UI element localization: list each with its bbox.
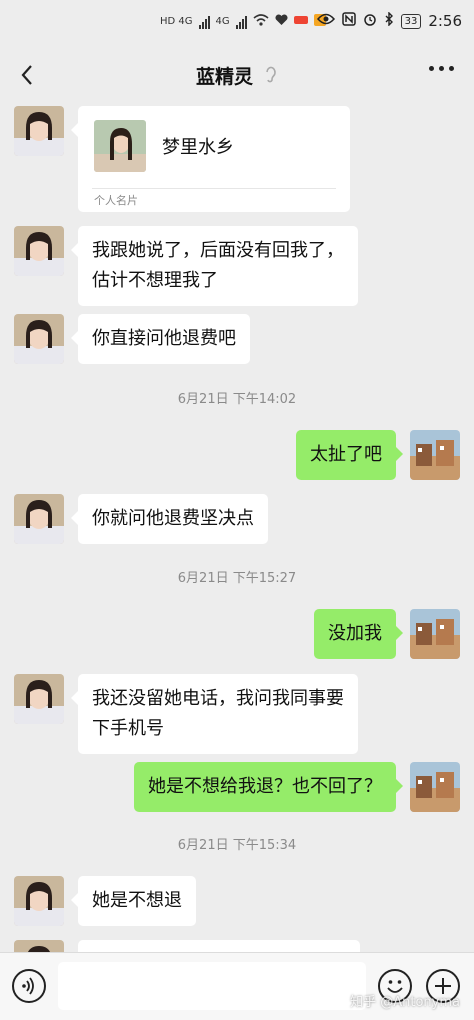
- message-text-line: 你就问他退费坚决点: [92, 508, 254, 529]
- nfc-icon: [341, 12, 356, 30]
- message-text-line: 她是不想退: [92, 890, 182, 911]
- message-row: 梦里水乡 个人名片: [0, 106, 474, 216]
- network-type-label-2: 4G: [215, 16, 230, 27]
- message-row: [0, 940, 474, 952]
- message-text-line: 太扯了吧: [310, 444, 382, 465]
- card-name: 梦里水乡: [162, 137, 234, 158]
- more-dots-icon[interactable]: [429, 66, 454, 71]
- app-notification-icon: [293, 14, 308, 29]
- signal-icon-2: [235, 15, 247, 29]
- contact-avatar[interactable]: [14, 494, 64, 544]
- chat-header: 蓝精灵: [0, 48, 474, 104]
- battery-indicator: 33: [400, 13, 422, 29]
- contact-avatar[interactable]: [14, 106, 64, 156]
- watermark: 知乎 @Antonyma: [350, 995, 460, 1010]
- alarm-icon: [363, 12, 377, 30]
- message-row: 她是不想给我退？也不回了？: [0, 762, 474, 812]
- status-bar: HD 4G 4G 33 2:56: [0, 0, 474, 48]
- input-toolbar: 知乎 @Antonyma: [0, 952, 474, 1020]
- message-row: 我还没留她电话，我问我同事要 下手机号: [0, 674, 474, 754]
- my-avatar[interactable]: [410, 430, 460, 480]
- network-indicators: HD 4G 4G: [160, 14, 326, 29]
- eye-icon: [316, 13, 335, 29]
- incoming-message-bubble[interactable]: [78, 940, 360, 952]
- incoming-message-bubble[interactable]: 她是不想退: [71, 876, 196, 926]
- title-wrap: 蓝精灵: [0, 62, 474, 89]
- message-row: 我跟她说了，后面没有回我了， 估计不想理我了: [0, 226, 474, 306]
- message-input[interactable]: [58, 962, 366, 1010]
- wifi-icon: [253, 14, 269, 29]
- message-text-line: 下手机号: [92, 718, 164, 739]
- heart-app-icon: [275, 14, 288, 29]
- my-avatar[interactable]: [410, 762, 460, 812]
- status-right: 33 2:56: [316, 11, 462, 30]
- bluetooth-icon: [384, 11, 394, 30]
- incoming-message-bubble[interactable]: 你直接问他退费吧: [71, 314, 250, 364]
- incoming-message-bubble[interactable]: 你就问他退费坚决点: [71, 494, 268, 544]
- contact-avatar[interactable]: [14, 876, 64, 926]
- contact-avatar[interactable]: [14, 940, 64, 952]
- card-divider: [92, 188, 336, 189]
- timestamp: 6月21日 下午14:02: [177, 392, 297, 407]
- message-text-line: 估计不想理我了: [92, 270, 218, 291]
- contact-avatar[interactable]: [14, 226, 64, 276]
- message-row: 太扯了吧: [0, 430, 474, 480]
- outgoing-message-bubble[interactable]: 她是不想给我退？也不回了？: [134, 762, 403, 812]
- message-text-line: 没加我: [328, 623, 382, 644]
- network-type-label: HD 4G: [160, 16, 193, 27]
- contact-avatar[interactable]: [14, 314, 64, 364]
- my-avatar[interactable]: [410, 609, 460, 659]
- timestamp: 6月21日 下午15:27: [177, 571, 297, 586]
- clock: 2:56: [428, 12, 462, 30]
- card-photo: [94, 120, 146, 172]
- message-text-line: 她是不想给我退？也不回了？: [148, 776, 382, 797]
- message-row: 你就问他退费坚决点: [0, 494, 474, 544]
- outgoing-message-bubble[interactable]: 没加我: [314, 609, 403, 659]
- contact-card[interactable]: 梦里水乡 个人名片: [71, 106, 350, 212]
- message-list[interactable]: 梦里水乡 个人名片 我跟她说了，后面没有回我了， 估计不想理我了 你直接问他退费…: [0, 104, 474, 952]
- message-text-line: 我跟她说了，后面没有回我了，: [92, 240, 344, 261]
- outgoing-message-bubble[interactable]: 太扯了吧: [296, 430, 403, 480]
- signal-icon: [198, 15, 210, 29]
- timestamp: 6月21日 下午15:34: [177, 838, 297, 853]
- voice-icon[interactable]: [12, 969, 46, 1003]
- message-text-line: 你直接问他退费吧: [92, 328, 236, 349]
- card-label: 个人名片: [94, 194, 138, 207]
- message-row: 她是不想退: [0, 876, 474, 926]
- incoming-message-bubble[interactable]: 我还没留她电话，我问我同事要 下手机号: [71, 674, 358, 754]
- incoming-message-bubble[interactable]: 我跟她说了，后面没有回我了， 估计不想理我了: [71, 226, 358, 306]
- ear-icon: [264, 65, 278, 87]
- chat-title[interactable]: 蓝精灵: [196, 66, 253, 88]
- message-row: 你直接问他退费吧: [0, 314, 474, 364]
- message-text-line: 我还没留她电话，我问我同事要: [92, 688, 344, 709]
- message-row: 没加我: [0, 609, 474, 659]
- contact-avatar[interactable]: [14, 674, 64, 724]
